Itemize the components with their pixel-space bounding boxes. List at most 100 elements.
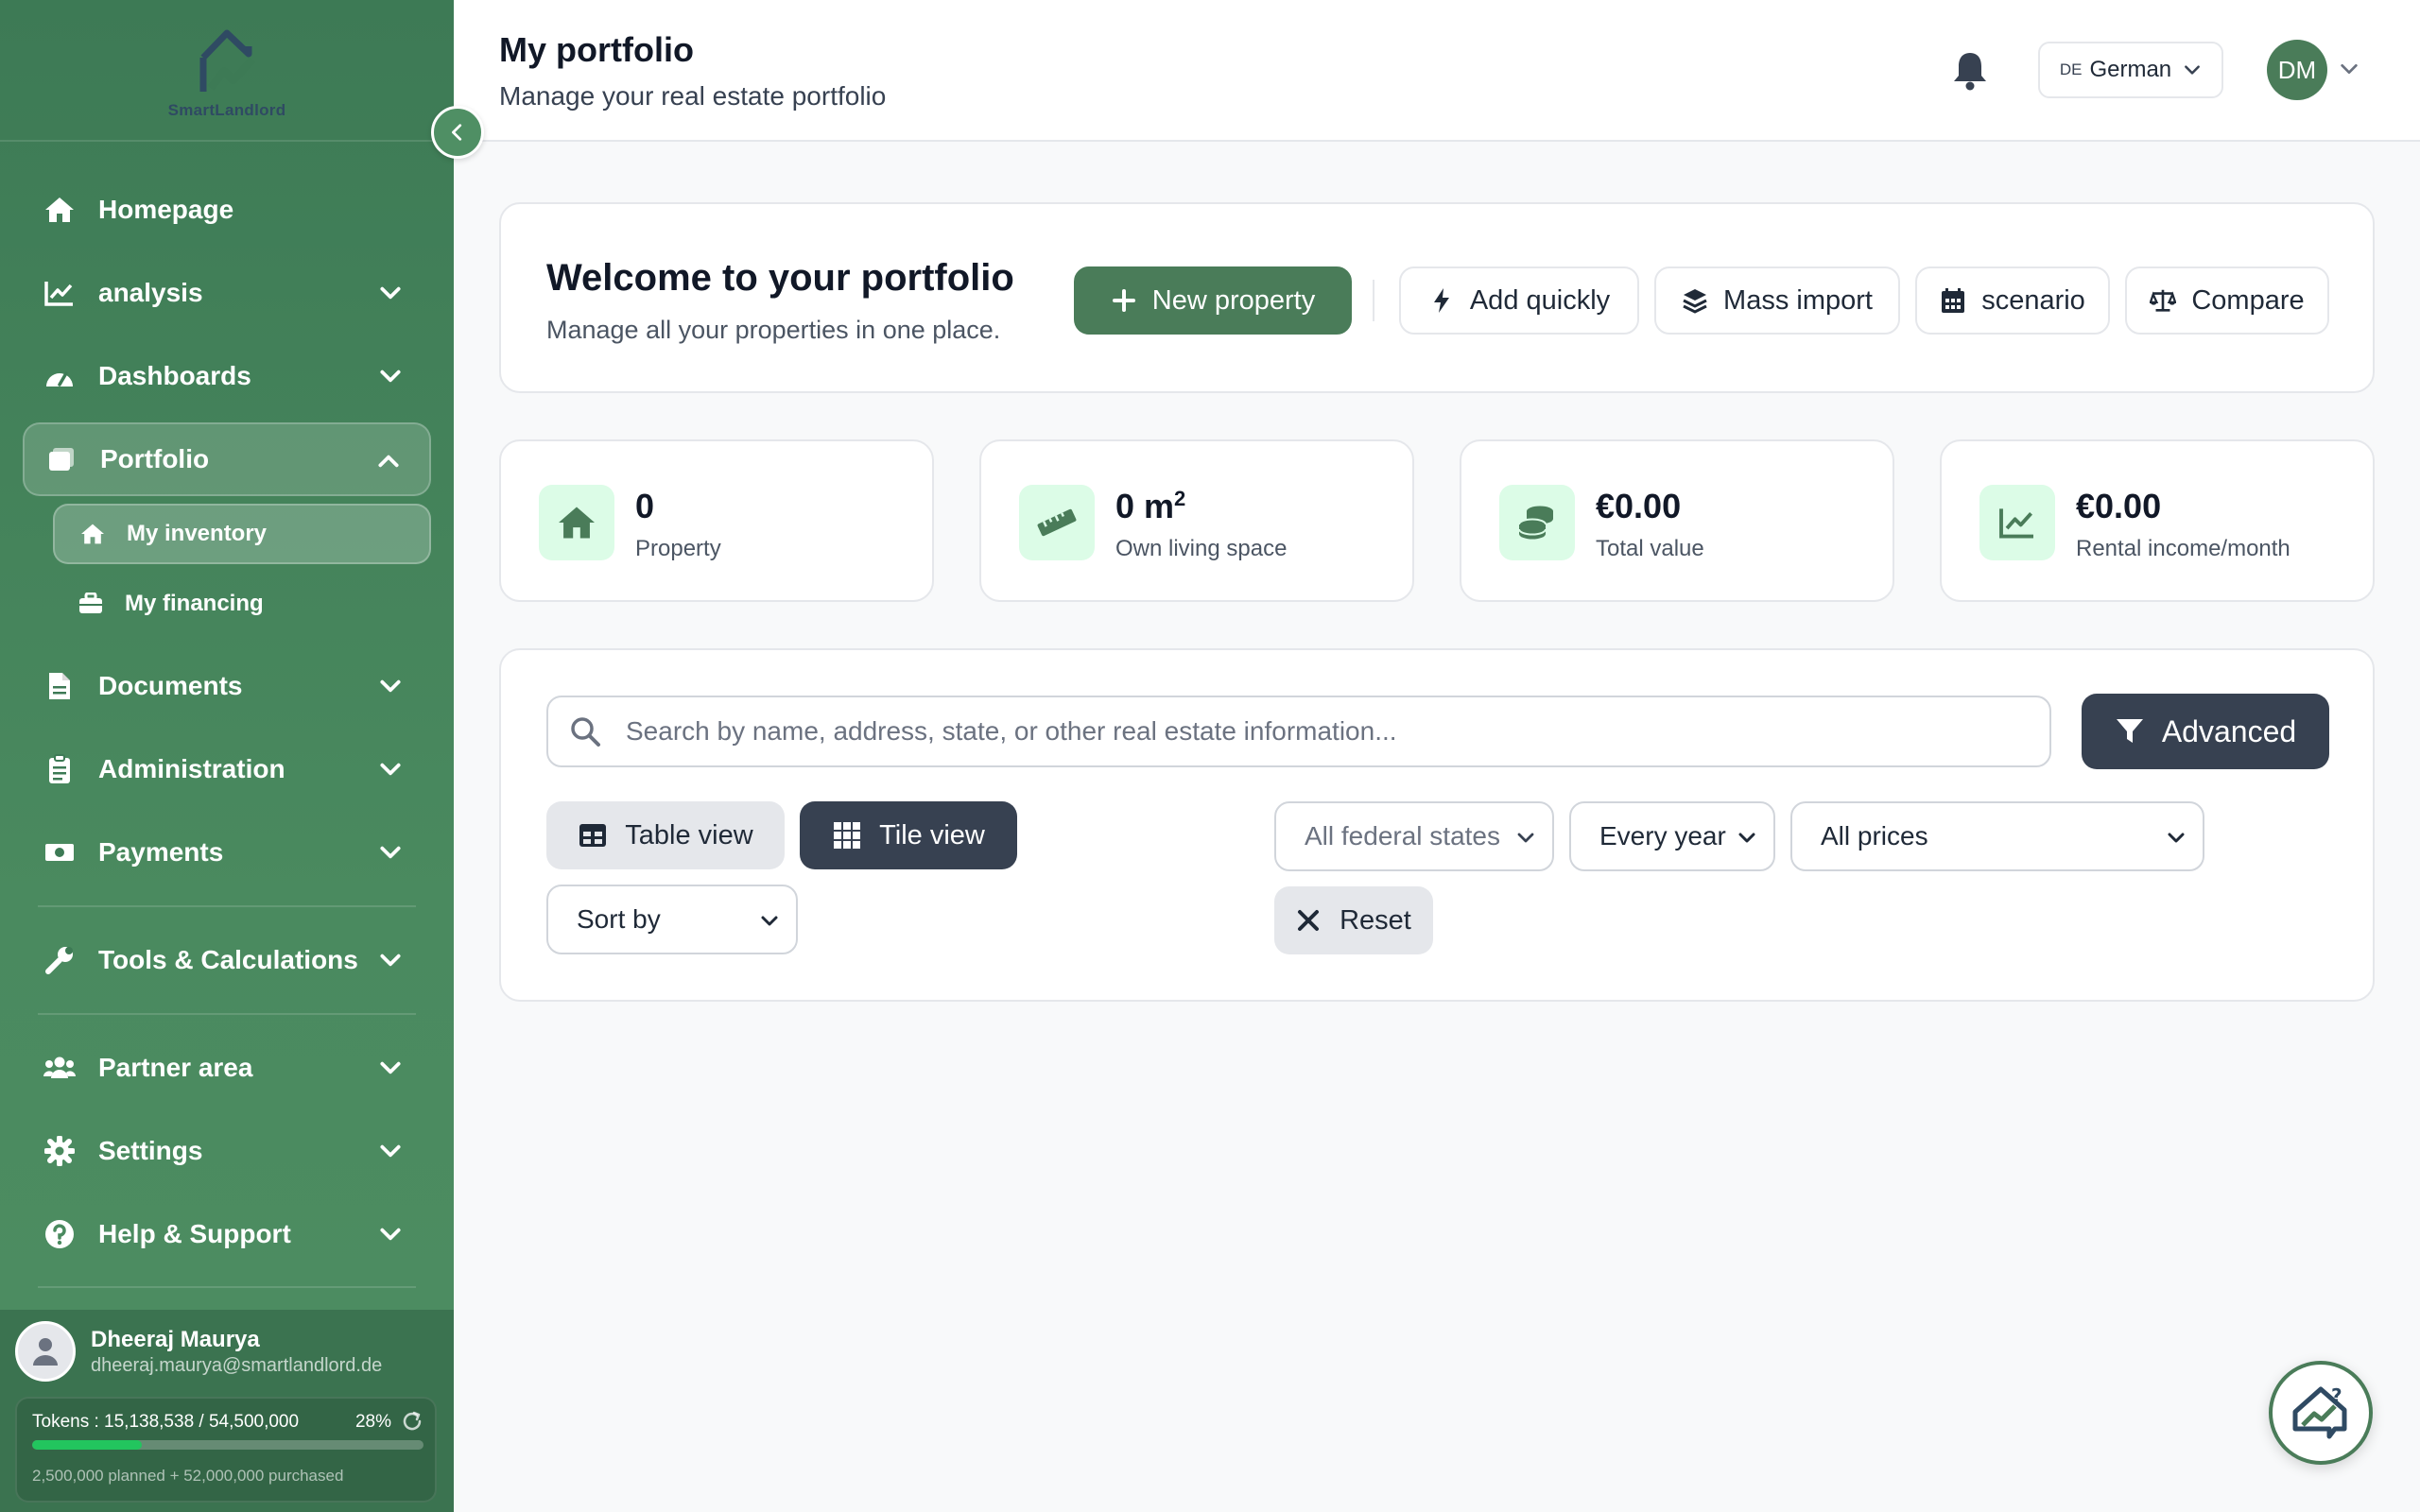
sidebar-item-analysis[interactable]: analysis [23,256,431,330]
stat-value: €0.00 [1596,487,1682,525]
bolt-icon [1428,287,1455,314]
chart-line-icon [1979,485,2055,560]
refresh-icon[interactable] [401,1410,424,1433]
federal-state-select[interactable]: All federal states [1274,801,1554,871]
svg-text:?: ? [2331,1384,2342,1407]
token-label: Tokens : 15,138,538 / 54,500,000 [32,1412,300,1432]
sidebar-item-payments[interactable]: Payments [23,816,431,889]
ruler-icon [1019,485,1095,560]
advanced-label: Advanced [2161,713,2297,748]
mass-import-button[interactable]: Mass import [1654,266,1900,335]
sidebar-item-settings[interactable]: Settings [23,1114,431,1188]
sidebar-item-dashboards[interactable]: Dashboards [23,339,431,413]
chevron-down-icon [2185,65,2201,75]
sidebar-subitem-my-financing[interactable]: My financing [53,574,431,634]
sidebar-item-portfolio[interactable]: Portfolio [23,422,431,496]
house-icon [539,485,614,560]
table-view-label: Table view [625,819,753,850]
sidebar-item-administration[interactable]: Administration [23,732,431,806]
scale-icon [2150,287,2177,314]
sidebar-item-label: Partner area [98,1053,253,1082]
mass-import-label: Mass import [1723,284,1873,316]
wrench-icon [43,944,76,976]
logo-text: SmartLandlord [167,101,286,119]
stat-label: Total value [1596,536,1704,561]
scenario-label: scenario [1981,284,2085,316]
sidebar-item-label: Help & Support [98,1219,291,1248]
sidebar-item-documents[interactable]: Documents [23,649,431,723]
top-header: My portfolio Manage your real estate por… [454,0,2420,142]
divider [38,1013,416,1015]
help-chat-icon: ? [2292,1384,2347,1439]
sidebar-item-label: Portfolio [100,444,210,473]
chevron-down-icon [2168,833,2185,843]
help-assistant-button[interactable]: ? [2269,1361,2373,1465]
token-percent: 28% [354,1412,391,1432]
chevron-down-icon [761,916,778,926]
advanced-filter-button[interactable]: Advanced [2082,694,2329,769]
close-icon [1298,910,1320,931]
chevron-down-icon [380,846,401,859]
price-select[interactable]: All prices [1790,801,2204,871]
reset-label: Reset [1340,904,1411,936]
search-icon [571,717,600,747]
welcome-subtitle: Manage all your properties in one place. [546,316,1001,344]
chevron-down-icon [1517,833,1534,843]
stat-label: Rental income/month [2076,536,2290,561]
user-icon [33,1338,58,1366]
tile-view-label: Tile view [879,819,985,850]
folder-icon [45,443,78,475]
token-detail: 2,500,000 planned + 52,000,000 purchased [32,1467,344,1485]
language-selector[interactable]: DE German [2038,42,2223,98]
logo[interactable]: SmartLandlord [0,0,454,142]
collapse-sidebar-button[interactable] [431,106,484,159]
grid-icon [834,822,861,849]
chevron-down-icon[interactable] [2339,59,2360,79]
table-icon [579,824,607,847]
federal-state-value: All federal states [1305,821,1500,850]
sidebar-item-label: Tools & Calculations [98,945,358,974]
sidebar-item-homepage[interactable]: Homepage [23,173,431,247]
search-input[interactable]: Search by name, address, state, or other… [546,696,2051,767]
table-view-button[interactable]: Table view [546,801,785,869]
sidebar-subitem-label: My financing [125,591,264,616]
stat-value: 0 [635,487,655,525]
new-property-button[interactable]: New property [1074,266,1352,335]
sidebar-item-tools[interactable]: Tools & Calculations [23,923,431,997]
sidebar-item-label: Administration [98,754,285,783]
scenario-button[interactable]: scenario [1915,266,2110,335]
avatar[interactable] [15,1321,76,1382]
sidebar-item-label: Dashboards [98,361,251,390]
add-quickly-button[interactable]: Add quickly [1399,266,1639,335]
chart-line-icon [43,277,76,309]
plus-icon [1111,287,1137,314]
tile-view-button[interactable]: Tile view [800,801,1017,869]
language-code: DE [2059,60,2083,78]
sidebar-item-partner-area[interactable]: Partner area [23,1031,431,1105]
token-progress-fill [32,1440,142,1450]
gear-icon [43,1135,76,1167]
sidebar-subitem-my-inventory[interactable]: My inventory [53,504,431,564]
filter-icon [2116,719,2143,743]
sidebar-item-label: Settings [98,1136,203,1165]
chevron-down-icon [380,1144,401,1158]
briefcase-icon [78,591,104,617]
reset-button[interactable]: Reset [1274,886,1433,954]
user-email: dheeraj.maurya@smartlandlord.de [91,1355,383,1376]
sidebar-item-help-support[interactable]: Help & Support [23,1197,431,1271]
new-property-label: New property [1151,284,1316,316]
filter-card: Search by name, address, state, or other… [499,648,2375,1002]
compare-button[interactable]: Compare [2125,266,2329,335]
sort-select[interactable]: Sort by [546,885,798,954]
home-icon [79,521,106,547]
add-quickly-label: Add quickly [1469,284,1611,316]
bell-icon[interactable] [1951,49,1989,91]
chevron-down-icon [380,679,401,693]
user-avatar[interactable]: DM [2267,40,2327,100]
page-subtitle: Manage your real estate portfolio [499,81,887,111]
gauge-icon [43,360,76,392]
year-select[interactable]: Every year [1569,801,1775,871]
stat-card-property: 0 Property [499,439,934,602]
stat-label: Own living space [1115,536,1288,561]
divider [1373,280,1374,321]
